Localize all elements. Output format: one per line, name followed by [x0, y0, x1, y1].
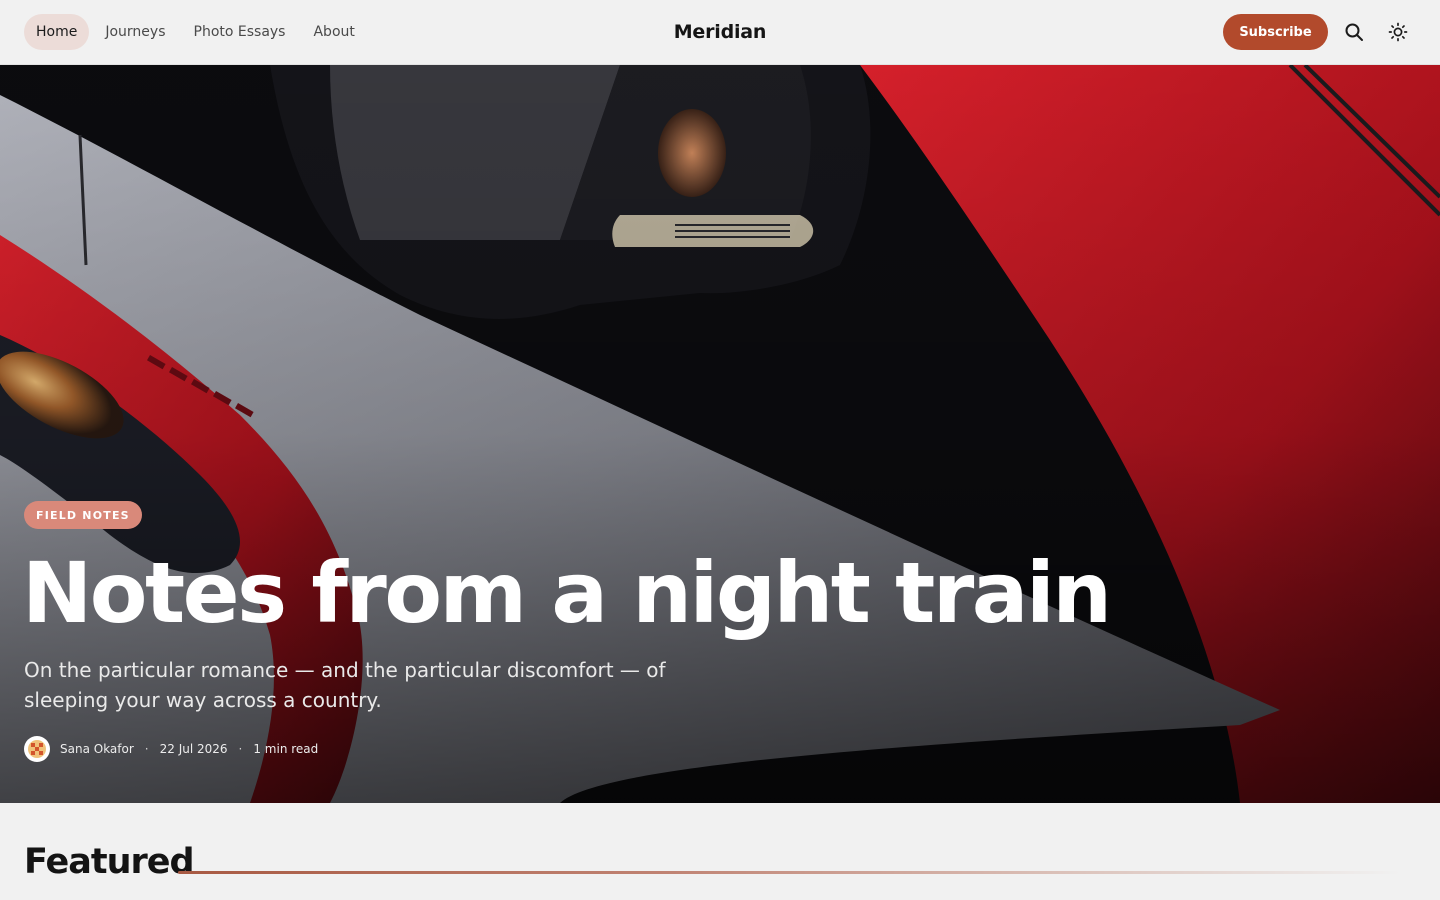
nav-about[interactable]: About [301, 14, 366, 50]
nav-journeys[interactable]: Journeys [93, 14, 177, 50]
featured-heading: Featured [24, 842, 195, 882]
category-tag[interactable]: FIELD NOTES [24, 501, 142, 529]
avatar-pattern-icon [28, 740, 46, 758]
meta-separator: · [238, 742, 243, 756]
sun-icon [1388, 22, 1408, 42]
article-meta: Sana Okafor · 22 Jul 2026 · 1 min read [24, 736, 318, 762]
hero-subtitle: On the particular romance — and the part… [24, 658, 666, 712]
nav-home[interactable]: Home [24, 14, 90, 50]
search-icon [1345, 23, 1363, 41]
read-time: 1 min read [253, 742, 319, 756]
hero-banner[interactable]: FIELD NOTES Notes from a night train On … [0, 65, 1440, 803]
site-header: Home Journeys Photo Essays About Meridia… [0, 0, 1440, 65]
hero-title[interactable]: Notes from a night train [22, 543, 1112, 643]
subscribe-button[interactable]: Subscribe [1223, 14, 1328, 50]
search-button[interactable] [1340, 18, 1368, 46]
publish-date: 22 Jul 2026 [159, 742, 228, 756]
featured-divider [178, 871, 1400, 874]
meta-separator: · [144, 742, 149, 756]
theme-toggle-button[interactable] [1384, 18, 1412, 46]
author-avatar [24, 736, 50, 762]
site-logo[interactable]: Meridian [620, 14, 820, 50]
main-nav: Home Journeys Photo Essays About [24, 14, 367, 50]
author-name[interactable]: Sana Okafor [60, 742, 134, 756]
nav-photo-essays[interactable]: Photo Essays [182, 14, 298, 50]
